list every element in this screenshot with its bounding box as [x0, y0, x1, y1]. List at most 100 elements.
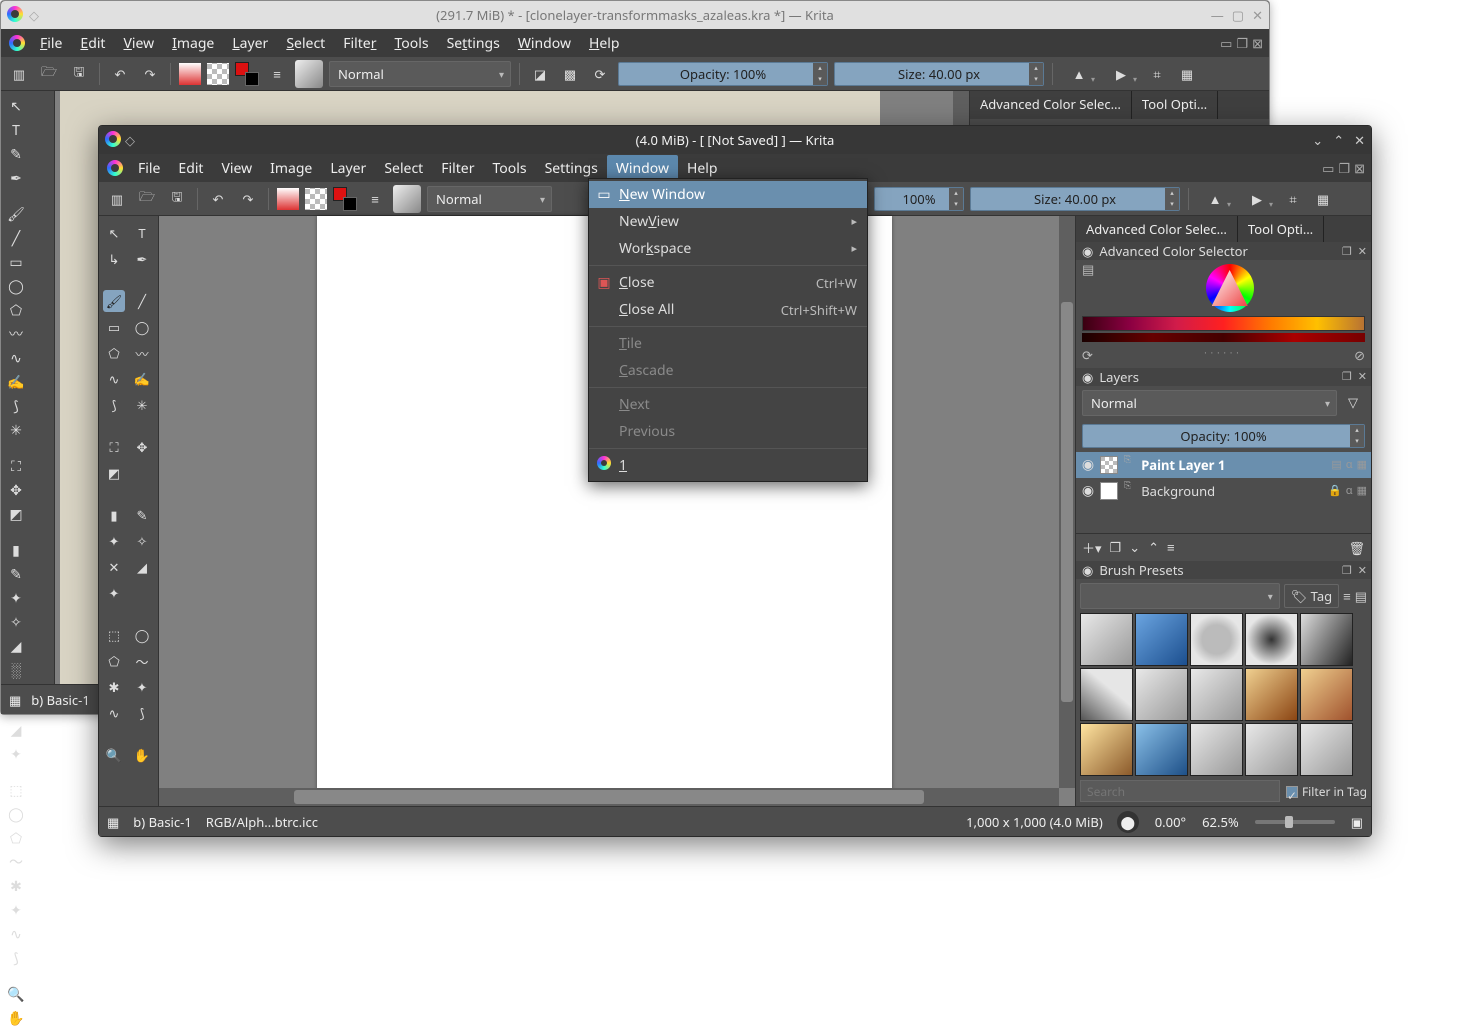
brush-preset[interactable] — [1135, 668, 1188, 721]
menu-new-view[interactable]: New View▸ — [589, 208, 867, 235]
tag-button[interactable]: 🏷 Tag — [1284, 584, 1339, 608]
tag-filter-combo[interactable] — [1080, 583, 1280, 609]
tool-zoom-icon[interactable]: 🔍 — [103, 744, 125, 766]
menu-workspace[interactable]: Workspace▸ — [589, 235, 867, 262]
menu-next[interactable]: Next — [589, 391, 867, 418]
scrollbar-h[interactable] — [159, 788, 1059, 806]
menu-previous[interactable]: Previous — [589, 418, 867, 445]
mirror-h-icon[interactable]: ▲ — [1061, 61, 1097, 87]
dock-tab-tool-options[interactable]: Tool Opti… — [1238, 216, 1324, 242]
brush-preset-icon[interactable] — [393, 185, 421, 213]
status-grid-icon[interactable]: ▦ — [9, 691, 21, 709]
open-file-icon[interactable]: 🗁 — [135, 187, 159, 211]
tool-select-bezier-icon[interactable]: ∿ — [5, 923, 27, 945]
wrap-around-icon[interactable]: ⌗ — [1145, 62, 1169, 86]
delete-layer-icon[interactable]: 🗑 — [1348, 539, 1365, 557]
tool-select-poly-icon[interactable]: ⬠ — [103, 650, 125, 672]
alpha-lock-icon[interactable]: α — [1346, 457, 1353, 472]
pattern-swatch-icon[interactable] — [207, 63, 229, 85]
status-zoom[interactable]: 62.5% — [1202, 813, 1239, 831]
close-dock-icon[interactable]: ✕ — [1358, 563, 1367, 578]
tool-color-picker-icon[interactable]: ✎ — [131, 504, 153, 526]
undo-icon[interactable]: ↶ — [108, 62, 132, 86]
tool-reference-icon[interactable]: ✦ — [103, 582, 125, 604]
blend-mode-combo[interactable]: Normal — [329, 61, 511, 87]
tool-select-magnetic-icon[interactable]: ⟆ — [131, 702, 153, 724]
reload-preset-icon[interactable]: ⟳ — [588, 62, 612, 86]
tool-bezier-icon[interactable]: ∿ — [103, 368, 125, 390]
tool-select-contiguous-icon[interactable]: ✦ — [5, 899, 27, 921]
tool-line-icon[interactable]: ╱ — [131, 290, 153, 312]
scrollbar-v[interactable] — [1059, 216, 1075, 788]
menu-window[interactable]: Window — [509, 30, 580, 57]
tool-select-icon[interactable]: ↖ — [103, 222, 125, 244]
status-compass-icon[interactable]: ⬤ — [1117, 811, 1139, 833]
preset-view-mode-icon[interactable]: ≡ — [1343, 587, 1351, 605]
layer-opacity-slider[interactable]: Opacity: 100%▴▾ — [1082, 424, 1365, 448]
tool-rect-icon[interactable]: ▭ — [5, 251, 27, 273]
minimize-icon[interactable]: ⌄ — [1312, 131, 1323, 149]
filter-layers-icon[interactable]: ▽ — [1341, 390, 1365, 414]
brush-preset[interactable] — [1135, 613, 1188, 666]
gradient-swatch-icon[interactable] — [277, 188, 299, 210]
tool-gradient-icon[interactable]: ◢ — [5, 635, 27, 657]
filter-in-tag-checkbox[interactable]: ✓Filter in Tag — [1286, 783, 1367, 800]
menu-view[interactable]: View — [212, 155, 261, 182]
tool-transform-icon[interactable]: ⛶ — [5, 455, 27, 477]
tool-select-rect-icon[interactable]: ⬚ — [5, 779, 27, 801]
presets-dock-title[interactable]: ◉ Brush Presets ❐✕ — [1076, 561, 1371, 579]
brush-size-slider[interactable]: Size: 40.00 px▴▾ — [970, 187, 1180, 211]
open-file-icon[interactable]: 🗁 — [37, 62, 61, 86]
menu-edit[interactable]: Edit — [169, 155, 212, 182]
tool-measure-icon[interactable]: ◢ — [5, 719, 27, 741]
brush-settings-icon[interactable]: ≡ — [363, 187, 387, 211]
inherit-alpha-icon[interactable]: ▦ — [1357, 457, 1367, 472]
workspace-chooser-icon[interactable]: ▦ — [1311, 187, 1335, 211]
eraser-toggle-icon[interactable]: ◪ — [528, 62, 552, 86]
acs-settings-icon[interactable]: ▤ — [1082, 260, 1094, 314]
tool-pan-icon[interactable]: ✋ — [5, 1007, 27, 1029]
tool-smart-fill-icon[interactable]: ✦ — [5, 587, 27, 609]
layer-props-icon[interactable]: ≡ — [1167, 538, 1175, 557]
menu-tile[interactable]: Tile — [589, 330, 867, 357]
tool-calligraphy-icon[interactable]: ✒ — [5, 167, 27, 189]
tool-pattern-icon[interactable]: ░ — [5, 659, 27, 681]
menu-view[interactable]: View — [114, 30, 163, 57]
tool-assistant-icon[interactable]: ✕ — [103, 556, 125, 578]
layers-dock-title[interactable]: ◉ Layers ❐✕ — [1076, 368, 1371, 386]
alpha-lock-icon[interactable]: α — [1346, 483, 1353, 498]
brush-preset[interactable] — [1300, 668, 1353, 721]
menu-document-1[interactable]: 1 — [589, 452, 867, 479]
opacity-slider[interactable]: Opacity: 100%▴▾ — [618, 62, 828, 86]
brush-preset[interactable] — [1080, 613, 1133, 666]
brush-preset[interactable] — [1300, 613, 1353, 666]
brush-preset[interactable] — [1190, 668, 1243, 721]
lock-icon[interactable]: 🔒 — [1328, 483, 1342, 498]
tool-multibrush-icon[interactable]: ✳ — [5, 419, 27, 441]
tool-fill-icon[interactable]: ▮ — [103, 504, 125, 526]
duplicate-layer-icon[interactable]: ❐ — [1110, 538, 1122, 557]
status-color-profile[interactable]: RGB/Alph…btrc.icc — [206, 813, 318, 831]
tool-color-picker-icon[interactable]: ✎ — [5, 563, 27, 585]
tool-polyline-icon[interactable]: 〰 — [5, 323, 27, 345]
undo-icon[interactable]: ↶ — [206, 187, 230, 211]
tool-calligraphy-icon[interactable]: ✒ — [131, 248, 153, 270]
preset-search-input[interactable] — [1080, 780, 1280, 802]
gradient-swatch-icon[interactable] — [179, 63, 201, 85]
mirror-v-icon[interactable]: ▶ — [1239, 186, 1275, 212]
tool-select-ellipse-icon[interactable]: ◯ — [5, 803, 27, 825]
brush-preset[interactable] — [1245, 668, 1298, 721]
save-file-icon[interactable]: 🖫 — [165, 187, 189, 211]
close-icon[interactable]: ✕ — [1354, 131, 1365, 149]
brush-preset-icon[interactable] — [295, 60, 323, 88]
tool-crop-icon[interactable]: ◩ — [5, 503, 27, 525]
save-file-icon[interactable]: 🖫 — [67, 62, 91, 86]
preserve-alpha-icon[interactable]: ▩ — [558, 62, 582, 86]
tool-smart-patch-icon[interactable]: ✧ — [131, 530, 153, 552]
tool-ellipse-icon[interactable]: ◯ — [131, 316, 153, 338]
tool-select-rect-icon[interactable]: ⬚ — [103, 624, 125, 646]
mirror-v-icon[interactable]: ▶ — [1103, 61, 1139, 87]
maximize-icon[interactable]: ▢ — [1232, 6, 1244, 24]
tool-dynamic-brush-icon[interactable]: ⟆ — [5, 395, 27, 417]
tool-measure-icon[interactable]: ◢ — [131, 556, 153, 578]
